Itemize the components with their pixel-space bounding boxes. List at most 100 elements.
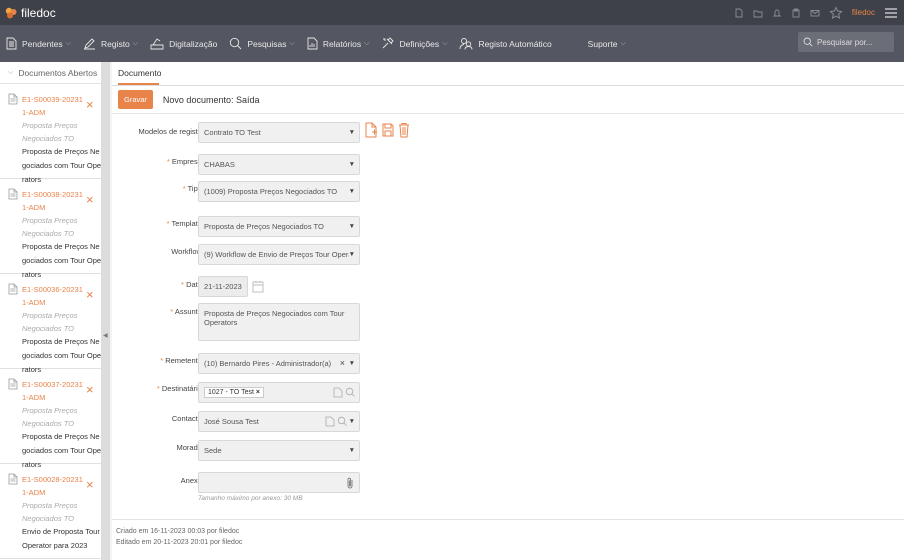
user-name[interactable]: filedoc	[852, 8, 875, 17]
dropdown-arrow-icon: ▼	[348, 360, 355, 367]
document-icon	[8, 473, 18, 485]
dropdown-arrow-icon: ▼	[348, 129, 355, 136]
document-title: Novo documento: Saída	[162, 94, 260, 105]
main-nav: Pendentes ⌵ Registo ⌵ Digitalização Pesqui…	[0, 25, 904, 62]
calendar-icon[interactable]	[252, 280, 264, 293]
contacto-select[interactable]: José Sousa Test ▼	[198, 411, 360, 432]
document-toolbar: Gravar Novo documento: Saída	[112, 86, 904, 114]
document-icon	[8, 283, 18, 295]
nav-definicoes[interactable]: Definições ⌵	[381, 37, 447, 50]
chevron-down-icon: ⌵	[65, 39, 71, 47]
nav-suporte[interactable]: Suporte ⌵	[588, 39, 626, 49]
global-search-input[interactable]: Pesquisar por...	[798, 32, 894, 52]
document-code: E1-S00028-202311-ADM	[22, 475, 83, 497]
close-document-icon[interactable]: ×	[86, 98, 94, 111]
clipboard-icon[interactable]	[791, 8, 801, 18]
nav-relatorios[interactable]: Relatórios ⌵	[307, 37, 369, 50]
dropdown-arrow-icon: ▼	[348, 447, 355, 454]
sidebar-header-label: Documentos Abertos	[18, 67, 98, 78]
pencil-icon	[83, 38, 95, 50]
dropdown-arrow-icon: ▼	[348, 223, 355, 230]
folder-icon[interactable]	[753, 8, 763, 18]
modelos-select[interactable]: Contrato TO Test ▼	[198, 122, 360, 143]
sidebar-header[interactable]: ⌵ Documentos Abertos	[0, 62, 101, 84]
star-icon[interactable]	[829, 5, 843, 20]
open-document-item[interactable]: × E1-S00036-202311-ADM Proposta Preços Neg…	[0, 274, 101, 374]
nav-pendentes-label: Pendentes	[22, 38, 63, 49]
users-icon	[459, 38, 473, 50]
search-icon[interactable]	[337, 416, 347, 427]
scanner-icon	[150, 38, 164, 50]
search-icon	[230, 37, 242, 50]
new-document-icon[interactable]	[333, 387, 343, 398]
bell-icon[interactable]	[772, 8, 782, 18]
anexo-input[interactable]	[198, 472, 360, 493]
assunto-value: Proposta de Preços Negociados com Tour O…	[204, 309, 345, 327]
destinatario-tag[interactable]: 1027 - TO Test ×	[204, 387, 264, 398]
remetente-select[interactable]: (10) Bernardo Pires - Administrador(a) ×…	[198, 353, 360, 374]
close-document-icon[interactable]: ×	[86, 288, 94, 301]
close-document-icon[interactable]: ×	[86, 193, 94, 206]
modelos-value: Contrato TO Test	[204, 128, 261, 137]
close-document-icon[interactable]: ×	[86, 383, 94, 396]
nav-registo-automatico-label: Registo Automático	[478, 38, 552, 49]
paperclip-icon[interactable]	[346, 477, 354, 489]
collapse-arrow-icon[interactable]: ◀	[103, 332, 108, 339]
nav-pendentes[interactable]: Pendentes ⌵	[6, 37, 71, 50]
edited-info: Editado em 20-11-2023 20:01 por filedoc	[116, 539, 243, 546]
open-document-item[interactable]: × E1-S00028-202311-ADM Proposta Preços Neg…	[0, 464, 101, 559]
trash-icon[interactable]	[398, 122, 410, 138]
save-icon[interactable]	[381, 122, 395, 138]
template-select[interactable]: Proposta de Preços Negociados TO ▼	[198, 216, 360, 237]
nav-pesquisas[interactable]: Pesquisas ⌵	[229, 37, 295, 50]
date-input[interactable]: 21-11-2023	[198, 276, 248, 297]
search-placeholder: Pesquisar por...	[817, 37, 873, 47]
filedoc-logo-icon	[5, 7, 17, 18]
search-icon[interactable]	[345, 387, 355, 398]
workflow-select[interactable]: (9) Workflow de Envio de Preços Tour Ope…	[198, 244, 360, 265]
open-document-item[interactable]: × E1-S00037-202311-ADM Proposta Preços Neg…	[0, 369, 101, 469]
app-logo[interactable]: filedoc	[5, 6, 56, 20]
document-icon	[8, 188, 18, 200]
document-code: E1-S00036-202311-ADM	[22, 285, 83, 307]
nav-registo-automatico[interactable]: Registo Automático	[459, 37, 552, 50]
mail-icon[interactable]	[810, 8, 820, 18]
modelos-actions	[364, 122, 410, 138]
nav-digitalizacao-label: Digitalização	[169, 38, 218, 49]
tipo-select[interactable]: (1009) Proposta Preços Negociados TO ▼	[198, 181, 360, 202]
tab-bar: Documento	[112, 62, 904, 86]
dropdown-arrow-icon: ▼	[348, 251, 355, 258]
sidebar-scrollbar[interactable]	[102, 62, 110, 560]
template-value: Proposta de Preços Negociados TO	[204, 222, 324, 231]
empresa-select[interactable]: CHABAS ▼	[198, 154, 360, 175]
document-icon[interactable]	[734, 8, 744, 18]
app-name: filedoc	[21, 5, 56, 20]
save-button[interactable]: Gravar	[118, 90, 153, 109]
nav-pesquisas-label: Pesquisas	[247, 38, 287, 49]
nav-registo[interactable]: Registo ⌵	[83, 37, 138, 50]
open-document-item[interactable]: × E1-S00039-202311-ADM Proposta Preços Neg…	[0, 84, 101, 184]
nav-suporte-label: Suporte	[587, 38, 618, 49]
document-subtitle: Proposta Preços Negociados TO	[22, 311, 78, 333]
morada-select[interactable]: Sede ▼	[198, 440, 360, 461]
document-panel: Documento Gravar Novo documento: Saída M…	[112, 62, 904, 560]
document-code: E1-S00039-202311-ADM	[22, 95, 83, 117]
destinatario-multiselect[interactable]: 1027 - TO Test ×	[198, 382, 360, 403]
sidebar-gutter[interactable]: ◀	[102, 62, 110, 560]
tab-documento[interactable]: Documento	[118, 68, 161, 85]
new-document-icon[interactable]	[325, 416, 335, 427]
remove-tag-icon[interactable]: ×	[256, 389, 260, 396]
open-document-item[interactable]: × E1-S00038-202311-ADM Proposta Preços Neg…	[0, 179, 101, 279]
clear-icon[interactable]: ×	[340, 358, 345, 368]
modelos-label: Modelos de registo:	[138, 127, 204, 136]
open-documents-sidebar: ⌵ Documentos Abertos × E1-S00039-202311-A…	[0, 62, 102, 560]
top-bar: filedoc filedoc	[0, 0, 904, 25]
assunto-textarea[interactable]: Proposta de Preços Negociados com Tour O…	[198, 303, 360, 341]
document-code: E1-S00038-202311-ADM	[22, 190, 83, 212]
tipo-value: (1009) Proposta Preços Negociados TO	[204, 187, 338, 196]
close-document-icon[interactable]: ×	[86, 478, 94, 491]
new-document-icon[interactable]	[364, 122, 378, 138]
destinatario-tag-label: 1027 - TO Test	[208, 389, 254, 396]
nav-digitalizacao[interactable]: Digitalização	[150, 37, 217, 50]
hamburger-menu-icon[interactable]	[884, 7, 898, 19]
